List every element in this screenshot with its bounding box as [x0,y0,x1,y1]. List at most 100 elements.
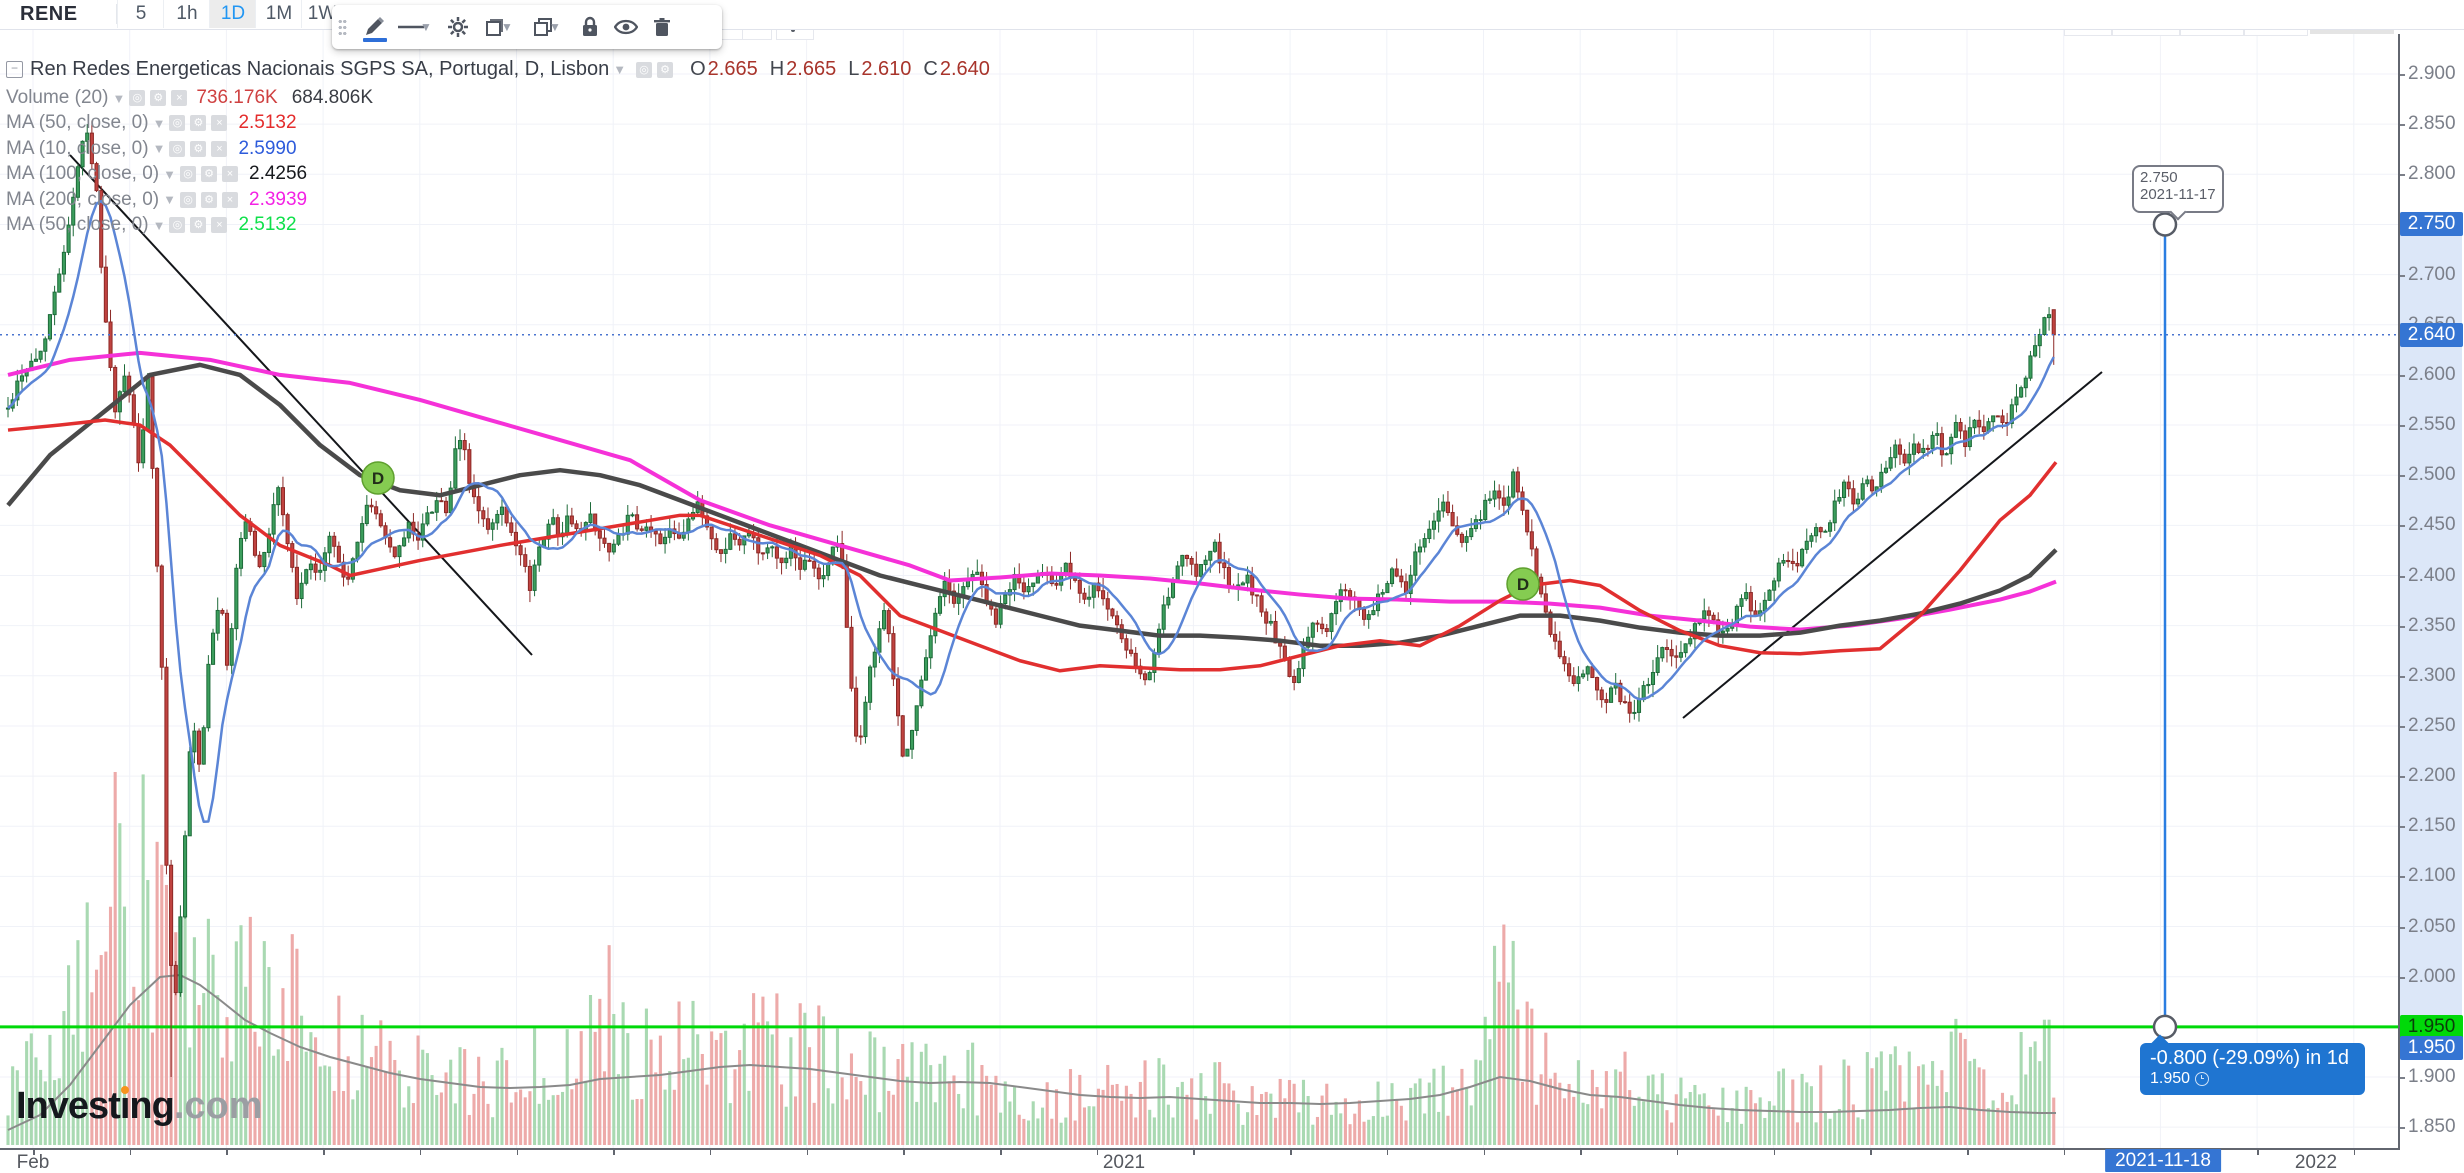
chevron-down-icon[interactable]: ▼ [153,218,166,233]
gear-icon[interactable]: ⚙ [190,115,206,131]
gear-icon[interactable]: ⚙ [190,141,206,157]
price-axis-label: 1.900 [2408,1066,2456,1088]
timeframe-1h-button[interactable]: 1h [163,0,210,28]
ma-legend-row: MA (10, close, 0) ▼◎ ⚙ × 2.5990 [6,138,297,160]
date-tick [1387,1148,1389,1155]
price-axis-label: 2.450 [2408,514,2456,536]
lock-icon [581,16,599,38]
chevron-down-icon[interactable]: ▼ [112,91,125,106]
timeframe-5m-button[interactable]: 5 [117,0,164,28]
chevron-down-icon: ▼ [420,20,434,34]
pencil-icon [363,16,385,38]
measure-top-price-badge: 2.750 [2400,212,2463,236]
order-button[interactable]: ▼ [476,9,524,45]
gear-icon[interactable]: ⚙ [150,90,166,106]
price-axis-label: 2.550 [2408,414,2456,436]
ma-label[interactable]: MA (50, close, 0) [6,112,149,134]
price-axis-label: 2.250 [2408,715,2456,737]
ma-label[interactable]: MA (10, close, 0) [6,138,149,160]
price-tick [2400,626,2405,628]
eye-icon[interactable]: ◎ [180,166,196,182]
date-axis-border [0,1148,2400,1150]
price-chart-canvas[interactable]: DD [0,0,2464,1173]
eye-icon[interactable]: ◎ [636,62,652,78]
date-tick [903,1148,905,1155]
lock-button[interactable] [572,9,608,45]
ohlc-values: O2.665H2.665L2.610C2.640 [678,58,990,81]
chevron-down-icon[interactable]: ▼ [613,62,626,77]
price-axis-label: 2.900 [2408,63,2456,85]
date-tick [1677,1148,1679,1155]
toolbar-drag-handle[interactable] [338,20,352,35]
price-axis-border [2398,28,2400,1148]
svg-text:D: D [1517,575,1529,594]
ma-label[interactable]: MA (200, close, 0) [6,189,159,211]
ma-label[interactable]: MA (50, close, 0) [6,214,149,236]
chevron-down-icon: ▼ [501,20,515,34]
close-icon[interactable]: × [211,141,227,157]
price-tick [2400,776,2405,778]
timeframe-1m-button[interactable]: 1M [255,0,302,28]
logo-tld: .com [174,1085,263,1127]
close-icon[interactable]: × [171,90,187,106]
chevron-down-icon[interactable]: ▼ [163,167,176,182]
date-tick [1193,1148,1195,1155]
price-axis-label: 2.000 [2408,966,2456,988]
eye-icon[interactable]: ◎ [180,192,196,208]
line-style-button[interactable]: ▼ [392,9,440,45]
price-axis-label: 2.500 [2408,464,2456,486]
eye-icon[interactable]: ◎ [169,115,185,131]
ma10-line [8,201,2054,822]
eye-icon [614,19,638,35]
date-axis[interactable]: Feb202120222021-11-18 [0,1148,2464,1173]
date-tick [1484,1148,1486,1155]
candlesticks [6,121,2055,1077]
close-icon[interactable]: × [222,192,238,208]
ma-value: 2.5990 [238,138,296,160]
measure-date-badge: 2021-11-18 [2105,1149,2221,1172]
symbol-label[interactable]: RENE [20,0,78,28]
gear-icon[interactable]: ⚙ [201,166,217,182]
price-axis-label: 2.300 [2408,665,2456,687]
chevron-down-icon[interactable]: ▼ [153,116,166,131]
drawing-settings-button[interactable] [440,9,476,45]
clone-button[interactable]: ▼ [524,9,572,45]
ma-label[interactable]: MA (100, close, 0) [6,163,159,185]
price-axis-label: 2.700 [2408,264,2456,286]
collapse-legend-icon[interactable]: − [6,61,23,78]
volume-value: 736.176K [196,87,277,109]
eye-icon[interactable]: ◎ [129,90,145,106]
price-tick [2400,676,2405,678]
volume-indicator-label[interactable]: Volume (20) [6,87,108,109]
eye-icon[interactable]: ◎ [169,217,185,233]
chevron-down-icon[interactable]: ▼ [163,192,176,207]
gear-icon[interactable]: ⚙ [657,62,673,78]
gear-icon[interactable]: ⚙ [201,192,217,208]
ma-legend-row: MA (50, close, 0)▼◎⚙×2.5132 [6,112,297,134]
hide-button[interactable] [608,9,644,45]
price-tick [2400,1077,2405,1079]
measure-result-box[interactable]: -0.800 (-29.09%) in 1d 1.950 [2140,1043,2365,1095]
price-tick [2400,124,2405,126]
close-icon[interactable]: × [211,217,227,233]
chevron-down-icon[interactable]: ▼ [153,141,166,156]
date-tick [1967,1148,1969,1155]
date-tick [130,1148,132,1155]
measure-start-tooltip[interactable]: 2.750 2021-11-17 [2132,165,2224,213]
close-icon[interactable]: × [211,115,227,131]
date-tick [1580,1148,1582,1155]
price-axis[interactable]: 2.9002.8502.8002.7502.7002.6502.6002.550… [2398,28,2464,1148]
chevron-down-icon: ▼ [549,20,563,34]
eye-icon[interactable]: ◎ [169,141,185,157]
timeframe-1d-button[interactable]: 1D [209,0,256,28]
price-axis-label: 1.850 [2408,1116,2456,1138]
draw-tool-button[interactable] [356,9,392,45]
date-tick [517,1148,519,1155]
instrument-title[interactable]: Ren Redes Energeticas Nacionais SGPS SA,… [30,58,609,81]
delete-button[interactable] [644,9,680,45]
price-axis-label: 2.100 [2408,865,2456,887]
gear-icon[interactable]: ⚙ [190,217,206,233]
ohlc-key: L [848,58,859,80]
close-icon[interactable]: × [222,166,238,182]
price-tick [2400,74,2405,76]
